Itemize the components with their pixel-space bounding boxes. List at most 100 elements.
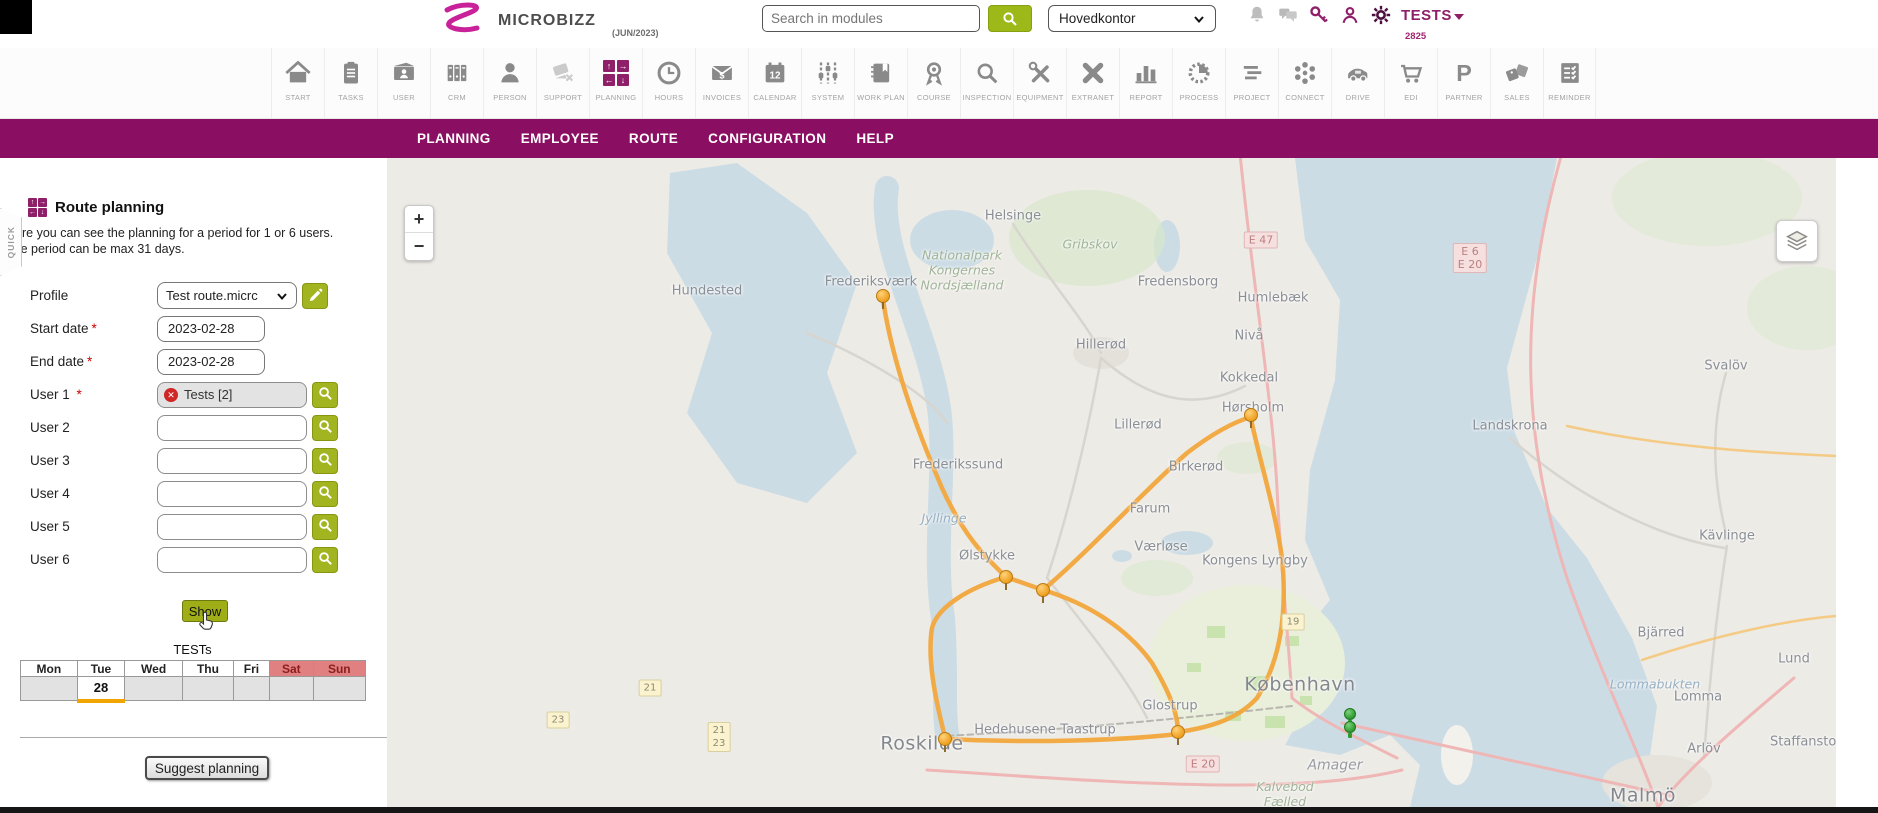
day-cell-sat[interactable]	[270, 677, 314, 701]
day-cell-fri[interactable]	[233, 677, 269, 701]
office-selector-value: Hovedkontor	[1059, 11, 1193, 26]
process-icon	[1185, 56, 1213, 90]
module-drive[interactable]: DRIVE	[1331, 48, 1384, 118]
search-user-button-4[interactable]	[312, 481, 338, 507]
edit-profile-button[interactable]	[302, 283, 328, 309]
map-marker-glostrup[interactable]	[1171, 725, 1185, 739]
module-equipment[interactable]: EQUIPMENT	[1013, 48, 1066, 118]
user-input-4[interactable]	[157, 481, 307, 507]
map-marker-user-position-1[interactable]	[1344, 708, 1356, 720]
notifications-bell-icon[interactable]	[1246, 4, 1268, 26]
map-marker-hoersholm[interactable]	[1244, 408, 1258, 422]
chevron-down-icon	[276, 290, 288, 302]
module-toolbar: STARTTASKSUSERCRMPERSONSUPPORT↑→←↓PLANNI…	[0, 48, 1878, 119]
module-user[interactable]: USER	[377, 48, 430, 118]
map-marker-roskilde[interactable]	[938, 732, 952, 746]
module-planning[interactable]: ↑→←↓PLANNING	[589, 48, 642, 118]
messages-chat-icon[interactable]	[1277, 4, 1299, 26]
zoom-out-button[interactable]: −	[405, 233, 433, 260]
map-marker-maaloev-west[interactable]	[999, 570, 1013, 584]
module-crm[interactable]: CRM	[430, 48, 483, 118]
module-label: REPORT	[1130, 93, 1163, 102]
user-input-5[interactable]	[157, 514, 307, 540]
module-invoices[interactable]: $INVOICES	[695, 48, 748, 118]
profile-person-icon[interactable]	[1339, 4, 1361, 26]
module-extranet[interactable]: EXTRANET	[1066, 48, 1119, 118]
user-input-6[interactable]	[157, 547, 307, 573]
user-input-3[interactable]	[157, 448, 307, 474]
module-support[interactable]: SUPPORT	[536, 48, 589, 118]
day-cell-sun[interactable]	[313, 677, 365, 701]
module-hours[interactable]: HOURS	[642, 48, 695, 118]
settings-gear-icon[interactable]	[1370, 4, 1392, 26]
module-partner[interactable]: PPARTNER	[1437, 48, 1490, 118]
menu-item-route[interactable]: ROUTE	[629, 131, 678, 146]
search-button[interactable]	[988, 5, 1032, 32]
calendar-icon: 12	[761, 56, 789, 90]
search-user-button-1[interactable]	[312, 382, 338, 408]
route-map[interactable]: HelsingeGribskovNationalpark Kongernes N…	[387, 158, 1836, 807]
module-start[interactable]: START	[271, 48, 324, 118]
module-reminder[interactable]: REMINDER	[1543, 48, 1596, 118]
module-project[interactable]: PROJECT	[1225, 48, 1278, 118]
module-course[interactable]: COURSE	[907, 48, 960, 118]
module-sales[interactable]: SALES	[1490, 48, 1543, 118]
logo[interactable]: MICROBIZZ	[440, 2, 596, 36]
search-input[interactable]	[762, 5, 980, 32]
office-selector[interactable]: Hovedkontor	[1048, 5, 1216, 32]
profile-row: Profile Test route.micrc	[0, 279, 387, 312]
user-input-2[interactable]	[157, 415, 307, 441]
user-icon	[390, 56, 418, 90]
map-marker-frederiksvaerk[interactable]	[876, 289, 890, 303]
suggest-planning-button[interactable]: Suggest planning	[145, 756, 269, 780]
caret-down-icon	[1454, 14, 1464, 20]
module-report[interactable]: REPORT	[1119, 48, 1172, 118]
search-user-button-2[interactable]	[312, 415, 338, 441]
profile-select[interactable]: Test route.micrc	[157, 282, 297, 309]
map-canvas	[387, 158, 1836, 807]
user-input-1[interactable]: ✕Tests [2]	[157, 382, 307, 408]
start-date-input[interactable]	[157, 316, 265, 342]
equipment-icon	[1026, 56, 1054, 90]
map-layers-button[interactable]	[1776, 220, 1818, 262]
menu-item-planning[interactable]: PLANNING	[417, 131, 491, 146]
user-row-3: User 3	[0, 444, 387, 477]
zoom-in-button[interactable]: +	[405, 206, 433, 233]
search-user-button-6[interactable]	[312, 547, 338, 573]
system-icon	[814, 56, 842, 90]
module-connect[interactable]: CONNECT	[1278, 48, 1331, 118]
password-key-icon[interactable]	[1308, 4, 1330, 26]
day-cell-tue[interactable]: 28	[77, 677, 124, 701]
menu-item-help[interactable]: HELP	[856, 131, 894, 146]
account-menu[interactable]: TESTS	[1401, 7, 1464, 24]
menu-item-configuration[interactable]: CONFIGURATION	[708, 131, 826, 146]
end-date-input[interactable]	[157, 349, 265, 375]
clear-user-icon[interactable]: ✕	[164, 388, 178, 402]
menu-item-employee[interactable]: EMPLOYEE	[521, 131, 599, 146]
person-icon	[496, 56, 524, 90]
module-work-plan[interactable]: WORK PLAN	[854, 48, 907, 118]
module-label: SALES	[1504, 93, 1530, 102]
module-person[interactable]: PERSON	[483, 48, 536, 118]
day-cell-thu[interactable]	[183, 677, 234, 701]
chevron-down-icon	[1193, 13, 1205, 25]
module-edi[interactable]: EDI	[1384, 48, 1437, 118]
map-marker-maaloev-east[interactable]	[1036, 583, 1050, 597]
day-cell-mon[interactable]	[21, 677, 78, 701]
module-process[interactable]: PROCESS	[1172, 48, 1225, 118]
module-tasks[interactable]: TASKS	[324, 48, 377, 118]
module-inspection[interactable]: INSPECTION	[960, 48, 1013, 118]
show-button[interactable]: Show	[182, 600, 228, 622]
profile-select-value: Test route.micrc	[166, 288, 276, 303]
search-user-button-5[interactable]	[312, 514, 338, 540]
module-calendar[interactable]: 12CALENDAR	[748, 48, 801, 118]
search-user-button-3[interactable]	[312, 448, 338, 474]
day-cell-wed[interactable]	[125, 677, 183, 701]
map-marker-user-position-2[interactable]	[1344, 721, 1356, 733]
right-gutter	[1836, 158, 1878, 807]
search-icon	[317, 517, 334, 537]
quick-drawer-tab[interactable]: QUICK	[0, 208, 22, 276]
module-system[interactable]: SYSTEM	[801, 48, 854, 118]
user-label-1: User 1 *	[30, 387, 82, 402]
bottom-page-edge	[0, 807, 1878, 813]
